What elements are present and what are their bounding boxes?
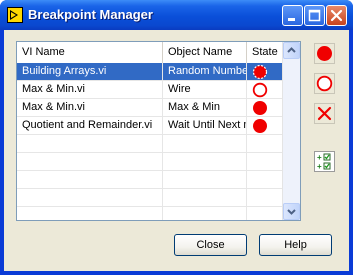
empty-cell [162, 153, 246, 170]
empty-cell [246, 135, 283, 152]
title-bar[interactable]: Breakpoint Manager [0, 0, 353, 30]
close-window-button[interactable] [326, 5, 347, 26]
column-header-vi-name[interactable]: VI Name [17, 42, 162, 63]
disable-breakpoint-button[interactable] [314, 73, 335, 94]
breakpoint-list[interactable]: VI Name Object Name State Building Array… [16, 41, 301, 221]
window-title: Breakpoint Manager [28, 7, 153, 22]
empty-row [17, 135, 283, 153]
breakpoint-enabled-icon[interactable] [252, 100, 268, 116]
state-cell [246, 99, 283, 116]
empty-cell [162, 171, 246, 188]
empty-cell [246, 171, 283, 188]
object-name-cell: Random Number [162, 63, 246, 80]
enable-breakpoint-button[interactable] [314, 43, 335, 64]
empty-cell [246, 207, 283, 220]
chevron-up-icon [287, 47, 296, 53]
empty-cell [246, 189, 283, 206]
column-header-object-name[interactable]: Object Name [162, 42, 246, 63]
list-header: VI Name Object Name State [17, 42, 283, 64]
object-name-cell: Max & Min [162, 99, 246, 116]
breakpoint-enabled-icon[interactable] [252, 64, 268, 80]
table-row[interactable]: Max & Min.vi Max & Min [17, 99, 283, 117]
breakpoint-enabled-icon[interactable] [252, 118, 268, 134]
table-row[interactable]: Building Arrays.vi Random Number [17, 63, 283, 81]
show-checked-button[interactable]: + + [314, 151, 335, 172]
empty-row [17, 171, 283, 189]
state-cell [246, 117, 283, 134]
list-rows: Building Arrays.vi Random Number Max & M… [17, 63, 283, 220]
close-icon [330, 9, 343, 22]
breakpoint-disabled-icon[interactable] [252, 82, 268, 98]
state-cell [246, 63, 283, 80]
object-name-cell: Wire [162, 81, 246, 98]
state-cell [246, 81, 283, 98]
dialog-body: VI Name Object Name State Building Array… [4, 30, 349, 271]
show-checked-icon: + + [314, 151, 335, 172]
empty-cell [162, 189, 246, 206]
maximize-button[interactable] [304, 5, 325, 26]
labview-app-icon [7, 7, 23, 23]
minimize-button[interactable] [282, 5, 303, 26]
empty-cell [162, 135, 246, 152]
minimize-icon [288, 18, 295, 21]
empty-row [17, 153, 283, 171]
enable-breakpoint-icon [314, 43, 335, 64]
empty-row [17, 189, 283, 207]
scroll-up-button[interactable] [283, 42, 300, 59]
vi-name-cell: Max & Min.vi [22, 83, 85, 95]
chevron-down-icon [287, 209, 296, 215]
empty-cell [246, 153, 283, 170]
vertical-scrollbar[interactable] [282, 42, 300, 220]
scroll-down-button[interactable] [283, 203, 300, 220]
vi-name-cell: Max & Min.vi [22, 101, 85, 113]
table-row[interactable]: Quotient and Remainder.vi Wait Until Nex… [17, 117, 283, 135]
help-button[interactable]: Help [259, 234, 332, 256]
disable-breakpoint-icon [314, 73, 335, 94]
svg-text:+: + [317, 162, 322, 171]
column-header-state[interactable]: State [246, 42, 283, 63]
breakpoint-manager-window: Breakpoint Manager VI Name Object Name S… [0, 0, 353, 275]
vi-name-cell: Building Arrays.vi [22, 65, 107, 77]
empty-row [17, 207, 283, 220]
close-button[interactable]: Close [174, 234, 247, 256]
empty-cell [162, 207, 246, 220]
svg-text:+: + [317, 153, 322, 162]
maximize-icon [308, 9, 321, 22]
object-name-cell: Wait Until Next m [162, 117, 246, 134]
clear-breakpoint-button[interactable] [314, 103, 335, 124]
vi-name-cell: Quotient and Remainder.vi [22, 119, 153, 131]
table-row[interactable]: Max & Min.vi Wire [17, 81, 283, 99]
clear-breakpoint-icon [314, 103, 335, 124]
